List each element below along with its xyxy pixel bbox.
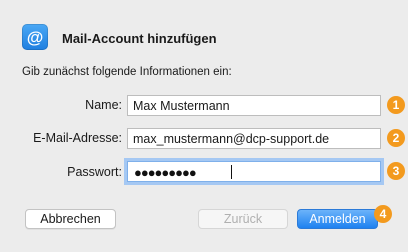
text-caret <box>231 165 232 179</box>
step-badge-3: 3 <box>387 162 405 180</box>
mail-at-icon: @ <box>22 24 48 50</box>
password-input[interactable]: ●●●●●●●●● <box>127 161 381 182</box>
email-label: E-Mail-Adresse: <box>33 131 122 145</box>
cancel-button[interactable]: Abbrechen <box>25 209 116 229</box>
name-label: Name: <box>85 98 122 112</box>
password-label: Passwort: <box>67 165 122 179</box>
sign-in-button[interactable]: Anmelden <box>297 209 378 229</box>
add-mail-account-dialog: @ Mail-Account hinzufügen Gib zunächst f… <box>0 0 408 252</box>
name-input[interactable] <box>127 95 381 116</box>
password-masked-value: ●●●●●●●●● <box>134 165 197 180</box>
email-input[interactable] <box>127 128 381 149</box>
back-button[interactable]: Zurück <box>198 209 288 229</box>
dialog-subtitle: Gib zunächst folgende Informationen ein: <box>22 66 232 78</box>
step-badge-4: 4 <box>374 205 392 223</box>
step-badge-1: 1 <box>387 96 405 114</box>
dialog-title: Mail-Account hinzufügen <box>62 31 217 46</box>
step-badge-2: 2 <box>387 129 405 147</box>
